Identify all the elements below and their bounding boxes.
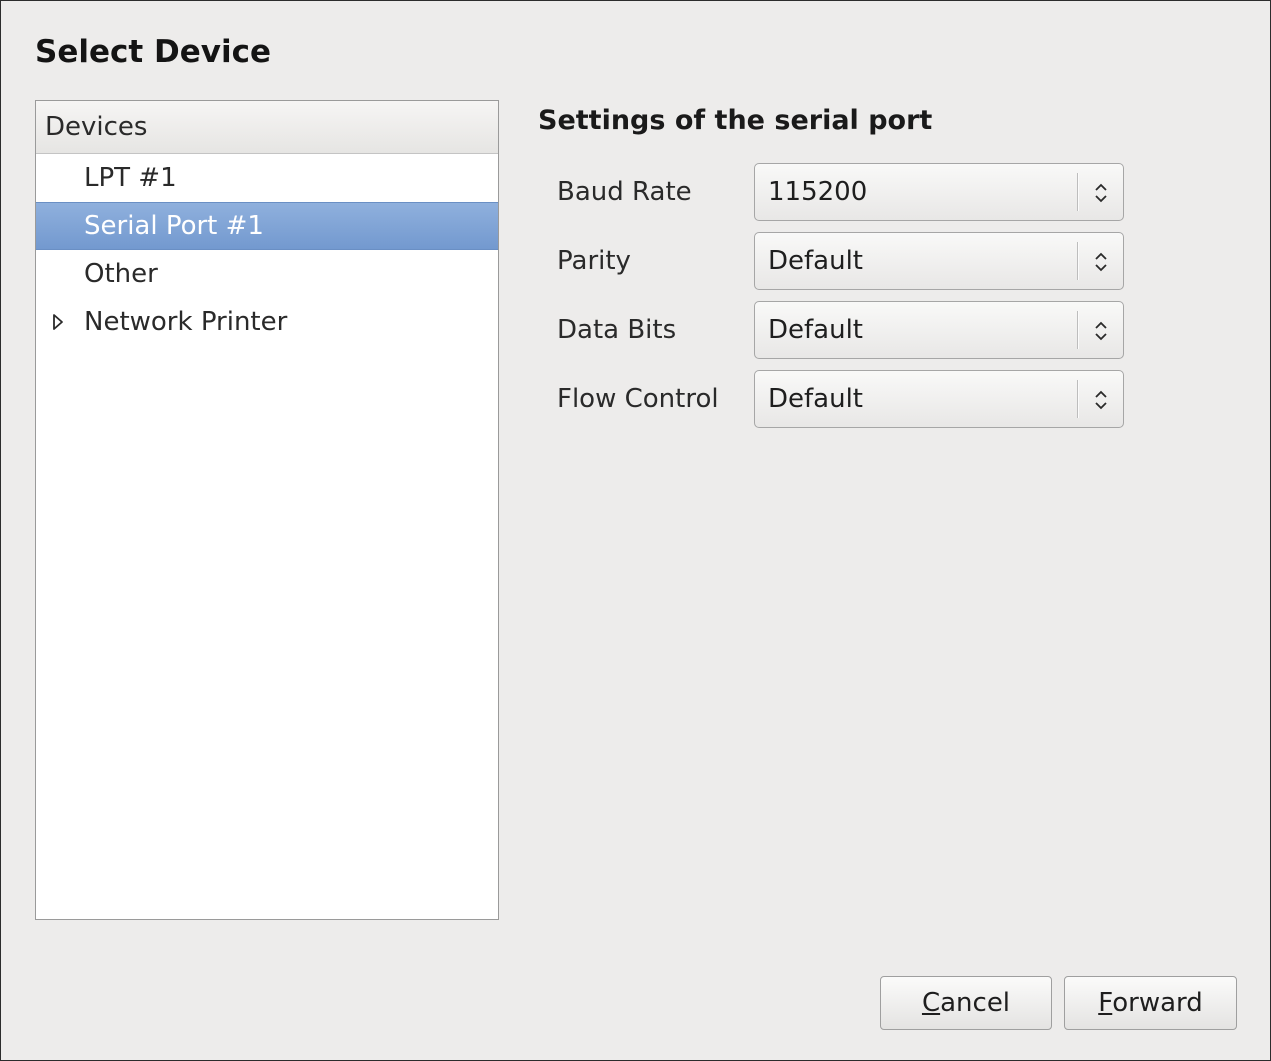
triangle-right-icon[interactable]	[48, 298, 68, 346]
baud-rate-label: Baud Rate	[557, 177, 692, 207]
up-down-arrows-icon	[1095, 252, 1107, 272]
flow-control-combo[interactable]: Default	[754, 370, 1124, 428]
data-bits-combo[interactable]: Default	[754, 301, 1124, 359]
tree-item-label: Network Printer	[84, 307, 288, 337]
baud-rate-combo[interactable]: 115200	[754, 163, 1124, 221]
combo-value: Default	[768, 315, 863, 345]
combo-separator	[1077, 380, 1079, 418]
tree-item-label: LPT #1	[84, 163, 177, 193]
select-device-dialog: Select Device Devices LPT #1 Serial Port…	[0, 0, 1271, 1061]
tree-item-network-printer[interactable]: Network Printer	[36, 298, 498, 346]
up-down-arrows-icon	[1095, 183, 1107, 203]
flow-control-label: Flow Control	[557, 384, 719, 414]
tree-item-label: Serial Port #1	[84, 211, 264, 241]
tree-item-label: Other	[84, 259, 158, 289]
parity-label: Parity	[557, 246, 631, 276]
tree-item-lpt1[interactable]: LPT #1	[36, 154, 498, 202]
cancel-button[interactable]: Cancel	[880, 976, 1052, 1030]
dialog-title: Select Device	[35, 34, 271, 70]
combo-value: Default	[768, 246, 863, 276]
cancel-mnemonic: C	[921, 988, 941, 1018]
parity-combo[interactable]: Default	[754, 232, 1124, 290]
combo-value: Default	[768, 384, 863, 414]
forward-label: orward	[1112, 988, 1203, 1018]
combo-separator	[1077, 173, 1079, 211]
combo-value: 115200	[768, 177, 868, 207]
settings-section-title: Settings of the serial port	[538, 105, 933, 136]
cancel-label: ancel	[940, 988, 1011, 1018]
tree-header-devices[interactable]: Devices	[36, 101, 498, 154]
tree-item-other[interactable]: Other	[36, 250, 498, 298]
forward-button[interactable]: Forward	[1064, 976, 1237, 1030]
up-down-arrows-icon	[1095, 390, 1107, 410]
device-tree[interactable]: Devices LPT #1 Serial Port #1 Other Netw…	[35, 100, 499, 920]
up-down-arrows-icon	[1095, 321, 1107, 341]
combo-separator	[1077, 311, 1079, 349]
combo-separator	[1077, 242, 1079, 280]
tree-item-serial-port-1[interactable]: Serial Port #1	[36, 202, 498, 250]
data-bits-label: Data Bits	[557, 315, 677, 345]
forward-mnemonic: F	[1098, 988, 1113, 1018]
